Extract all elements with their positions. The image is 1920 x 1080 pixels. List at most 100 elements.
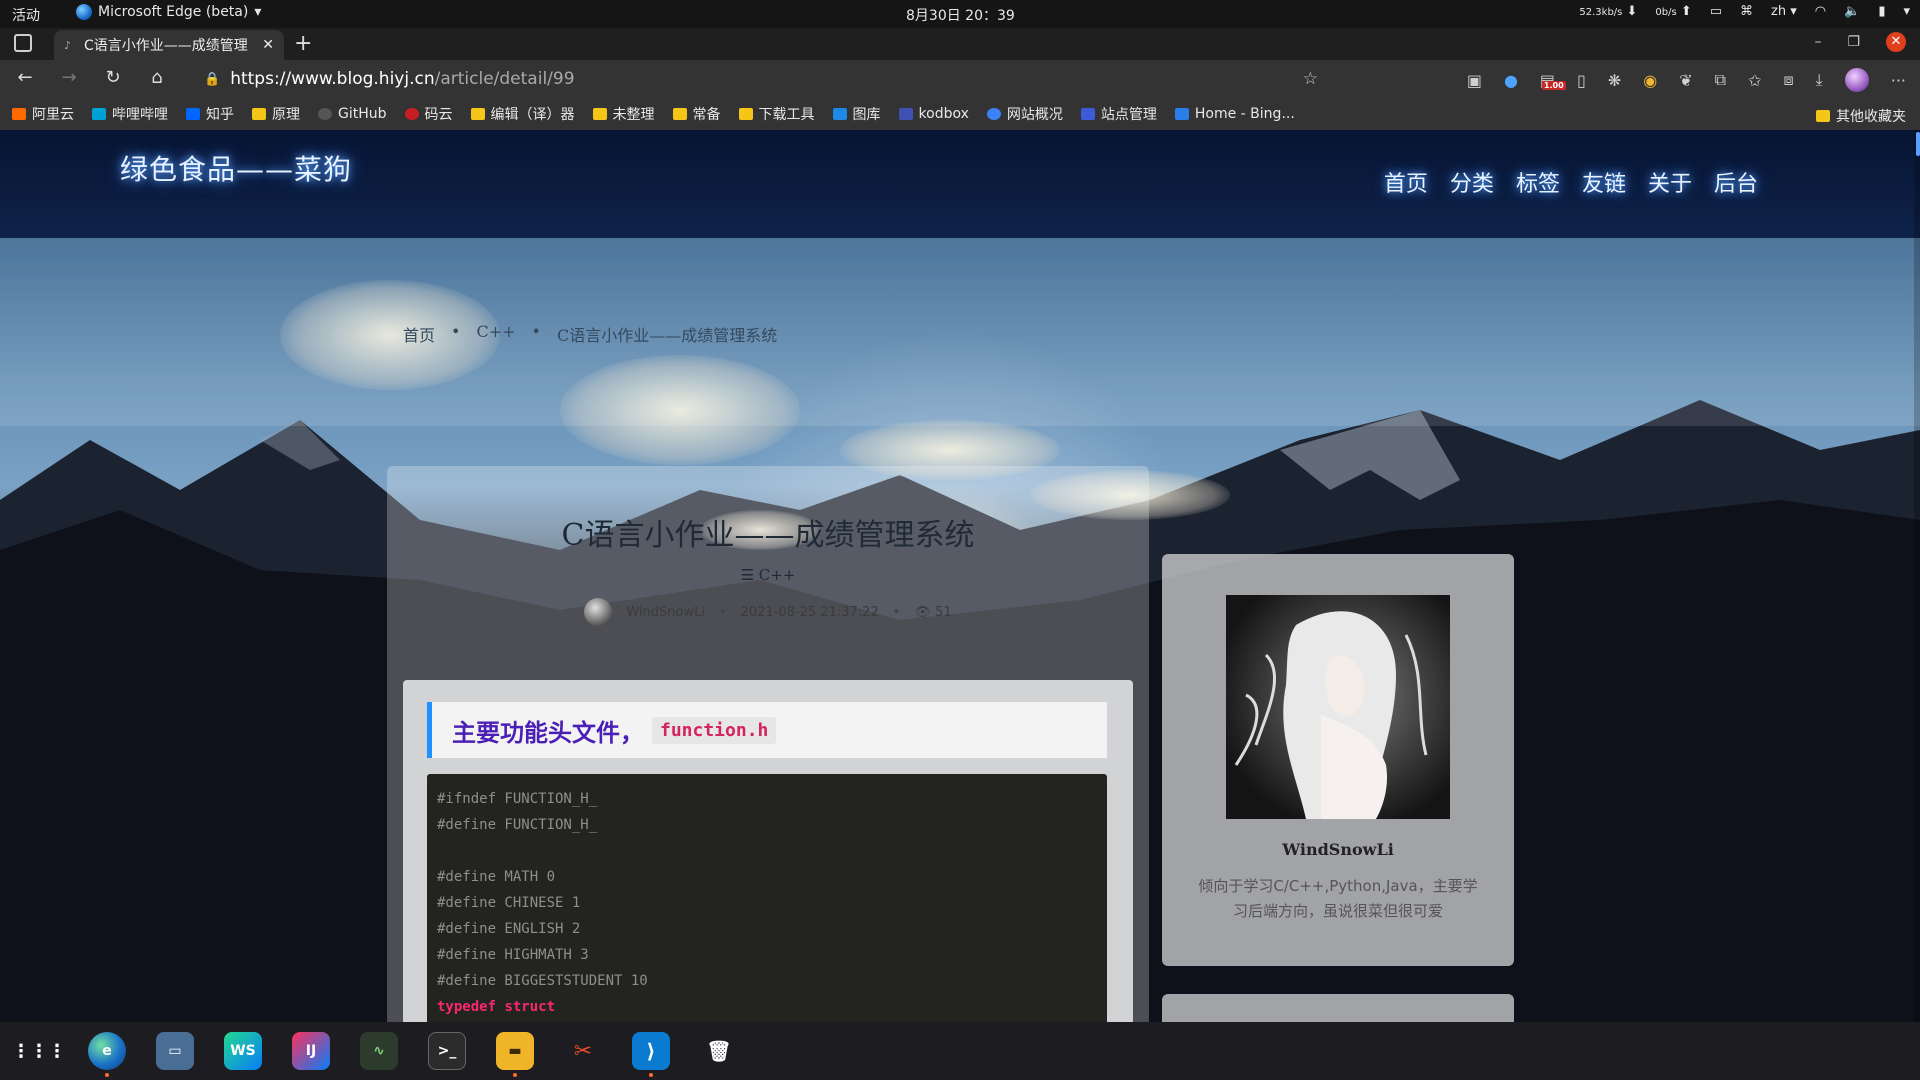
edge-beta-icon[interactable]: e [88, 1032, 126, 1077]
restore-button[interactable]: ❐ [1847, 34, 1860, 50]
bookmark-item[interactable]: 知乎 [186, 104, 234, 124]
reader-icon[interactable]: ▯ [1577, 71, 1586, 90]
hero-banner: 首页 • C++ • C语言小作业——成绩管理系统 [0, 238, 1920, 426]
globe-extension-icon[interactable]: ● [1504, 71, 1518, 90]
author-avatar[interactable] [584, 598, 613, 626]
tab-actions-icon[interactable] [14, 34, 32, 52]
collections-icon[interactable]: ⧈ [1783, 70, 1793, 90]
nav-categories[interactable]: 分类 [1450, 166, 1494, 198]
files-icon[interactable]: ▬ [496, 1032, 534, 1077]
bookmark-item[interactable]: 站点管理 [1080, 104, 1157, 124]
app-menu[interactable]: Microsoft Edge (beta) ▾ [76, 4, 261, 20]
window-controls: – ❐ ✕ [1814, 32, 1906, 52]
nav-home[interactable]: 首页 [1384, 166, 1428, 198]
url-path: /article/detail/99 [434, 69, 575, 89]
input-method[interactable]: zh ▾ [1771, 4, 1797, 19]
bookmark-item[interactable]: kodbox [898, 106, 969, 122]
profile-avatar[interactable] [1844, 68, 1869, 92]
show-apps-icon[interactable]: ⋮⋮⋮ [12, 1032, 66, 1070]
volume-icon[interactable]: 🔈 [1844, 4, 1860, 19]
office-icon[interactable]: ▣ [1467, 71, 1482, 90]
home-button[interactable]: ⌂ [146, 67, 168, 88]
intellij-icon[interactable]: IJ [292, 1032, 330, 1070]
web-page: 绿色食品——菜狗 首页 分类 标签 友链 关于 后台 首页 • C++ • C语… [0, 130, 1920, 1022]
vscode-icon[interactable]: ⟩ [632, 1032, 670, 1077]
system-top-bar: 活动 Microsoft Edge (beta) ▾ 8月30日 20：39 5… [0, 0, 1920, 28]
lock-icon[interactable]: 🔒 [204, 72, 220, 87]
bookmark-folder[interactable]: 原理 [252, 104, 300, 124]
nav-tags[interactable]: 标签 [1516, 166, 1560, 198]
code-line: #define BIGGESTSTUDENT 10 [437, 973, 648, 989]
favorites-icon[interactable]: ✩ [1748, 71, 1761, 90]
bookmark-item[interactable]: 网站概况 [986, 104, 1063, 124]
bookmark-item[interactable]: 哔哩哔哩 [92, 104, 168, 124]
extension-badge-icon[interactable]: ▤1.00 [1540, 71, 1566, 90]
trash-icon[interactable]: 🗑 [700, 1032, 738, 1070]
breadcrumb-home[interactable]: 首页 [403, 322, 435, 346]
bookmark-item[interactable]: GitHub [318, 106, 387, 122]
reload-button[interactable]: ↻ [102, 67, 124, 88]
breadcrumb: 首页 • C++ • C语言小作业——成绩管理系统 [403, 322, 777, 346]
new-tab-button[interactable]: + [294, 31, 312, 56]
extensions-icon[interactable]: ⧉ [1715, 70, 1726, 90]
profile-description: 倾向于学习C/C++,Python,Java，主要学习后端方向，虽说很菜但很可爱 [1198, 877, 1478, 920]
active-tab[interactable]: ♪ C语言小作业——成绩管理 ✕ [54, 30, 284, 60]
net-down-speed: 52.3kb/s ⬇ [1579, 4, 1638, 19]
code-line: #define CHINESE 1 [437, 895, 581, 911]
list-icon: ☰ [740, 566, 755, 584]
author-name[interactable]: WindSnowLi [626, 605, 705, 620]
bookmark-folder[interactable]: 编辑（译）器 [470, 104, 575, 124]
nav-about[interactable]: 关于 [1648, 166, 1692, 198]
bookmark-folder[interactable]: 下载工具 [738, 104, 815, 124]
code-block[interactable]: #ifndef FUNCTION_H_ #define FUNCTION_H_ … [427, 774, 1107, 1022]
screen-icon[interactable]: ▭ [1710, 4, 1722, 19]
bookmarks-bar: 阿里云 哔哩哔哩 知乎 原理 GitHub 码云 编辑（译）器 未整理 常备 下… [0, 98, 1920, 130]
nav-friends[interactable]: 友链 [1582, 166, 1626, 198]
other-bookmarks-folder[interactable]: 其他收藏夹 [1816, 106, 1906, 126]
minimize-button[interactable]: – [1814, 34, 1821, 50]
openai-icon[interactable]: ❋ [1608, 71, 1621, 90]
bookmark-item[interactable]: 阿里云 [12, 104, 74, 124]
folder-icon [1816, 110, 1830, 122]
bookmark-folder[interactable]: 未整理 [592, 104, 655, 124]
downloads-icon[interactable]: ⤓ [1816, 70, 1823, 90]
address-field[interactable]: 🔒 https://www.blog.hiyj.cn/article/detai… [190, 64, 1330, 94]
profile-image[interactable] [1226, 595, 1450, 819]
remote-desktop-icon[interactable]: ▭ [156, 1032, 194, 1070]
system-tray: 52.3kb/s ⬇ 0b/s ⬆ ▭ ⌘ zh ▾ ◠ 🔈 ▮ ▾ [1579, 4, 1910, 19]
clock[interactable]: 8月30日 20：39 [906, 5, 1015, 25]
bookmark-item[interactable]: 码云 [404, 104, 453, 124]
activities-button[interactable]: 活动 [12, 5, 40, 25]
bookmark-folder[interactable]: 常备 [672, 104, 721, 124]
wifi-icon[interactable]: ◠ [1815, 4, 1826, 19]
breadcrumb-separator: • [451, 322, 461, 341]
article-category[interactable]: ☰ C++ [387, 566, 1149, 584]
color-picker-icon[interactable]: ◉ [1643, 71, 1657, 90]
terminal-icon[interactable]: >_ [428, 1032, 466, 1070]
command-icon[interactable]: ⌘ [1740, 4, 1753, 19]
forward-button[interactable]: → [58, 67, 80, 88]
add-favorite-icon[interactable]: ☆ [1303, 69, 1318, 89]
page-scrollbar[interactable] [1914, 130, 1920, 1022]
screenshot-tool-icon[interactable]: ✂ [564, 1032, 602, 1070]
battery-icon[interactable]: ▮ [1878, 4, 1885, 19]
close-tab-icon[interactable]: ✕ [262, 37, 274, 53]
webstorm-icon[interactable]: WS [224, 1032, 262, 1070]
close-window-button[interactable]: ✕ [1886, 32, 1906, 52]
bookmark-item[interactable]: Home - Bing... [1174, 106, 1295, 122]
code-line: #define ENGLISH 2 [437, 921, 581, 937]
breadcrumb-category[interactable]: C++ [476, 322, 515, 346]
scrollbar-thumb[interactable] [1916, 132, 1920, 156]
nav-admin[interactable]: 后台 [1714, 166, 1758, 198]
system-monitor-icon[interactable]: ∿ [360, 1032, 398, 1070]
sparkle-icon[interactable]: ❦ [1679, 71, 1692, 90]
breadcrumb-separator: • [531, 322, 541, 341]
bookmark-item[interactable]: 图库 [832, 104, 881, 124]
taskbar-dock: ⋮⋮⋮ e ▭ WS IJ ∿ >_ ▬ ✂ ⟩ 🗑 [0, 1022, 1920, 1080]
site-logo[interactable]: 绿色食品——菜狗 [120, 148, 352, 188]
folder-icon [470, 108, 485, 120]
site-manage-icon [1080, 108, 1095, 120]
more-menu-icon[interactable]: ··· [1891, 71, 1906, 90]
system-menu-chevron-icon[interactable]: ▾ [1903, 4, 1910, 19]
back-button[interactable]: ← [14, 67, 36, 88]
